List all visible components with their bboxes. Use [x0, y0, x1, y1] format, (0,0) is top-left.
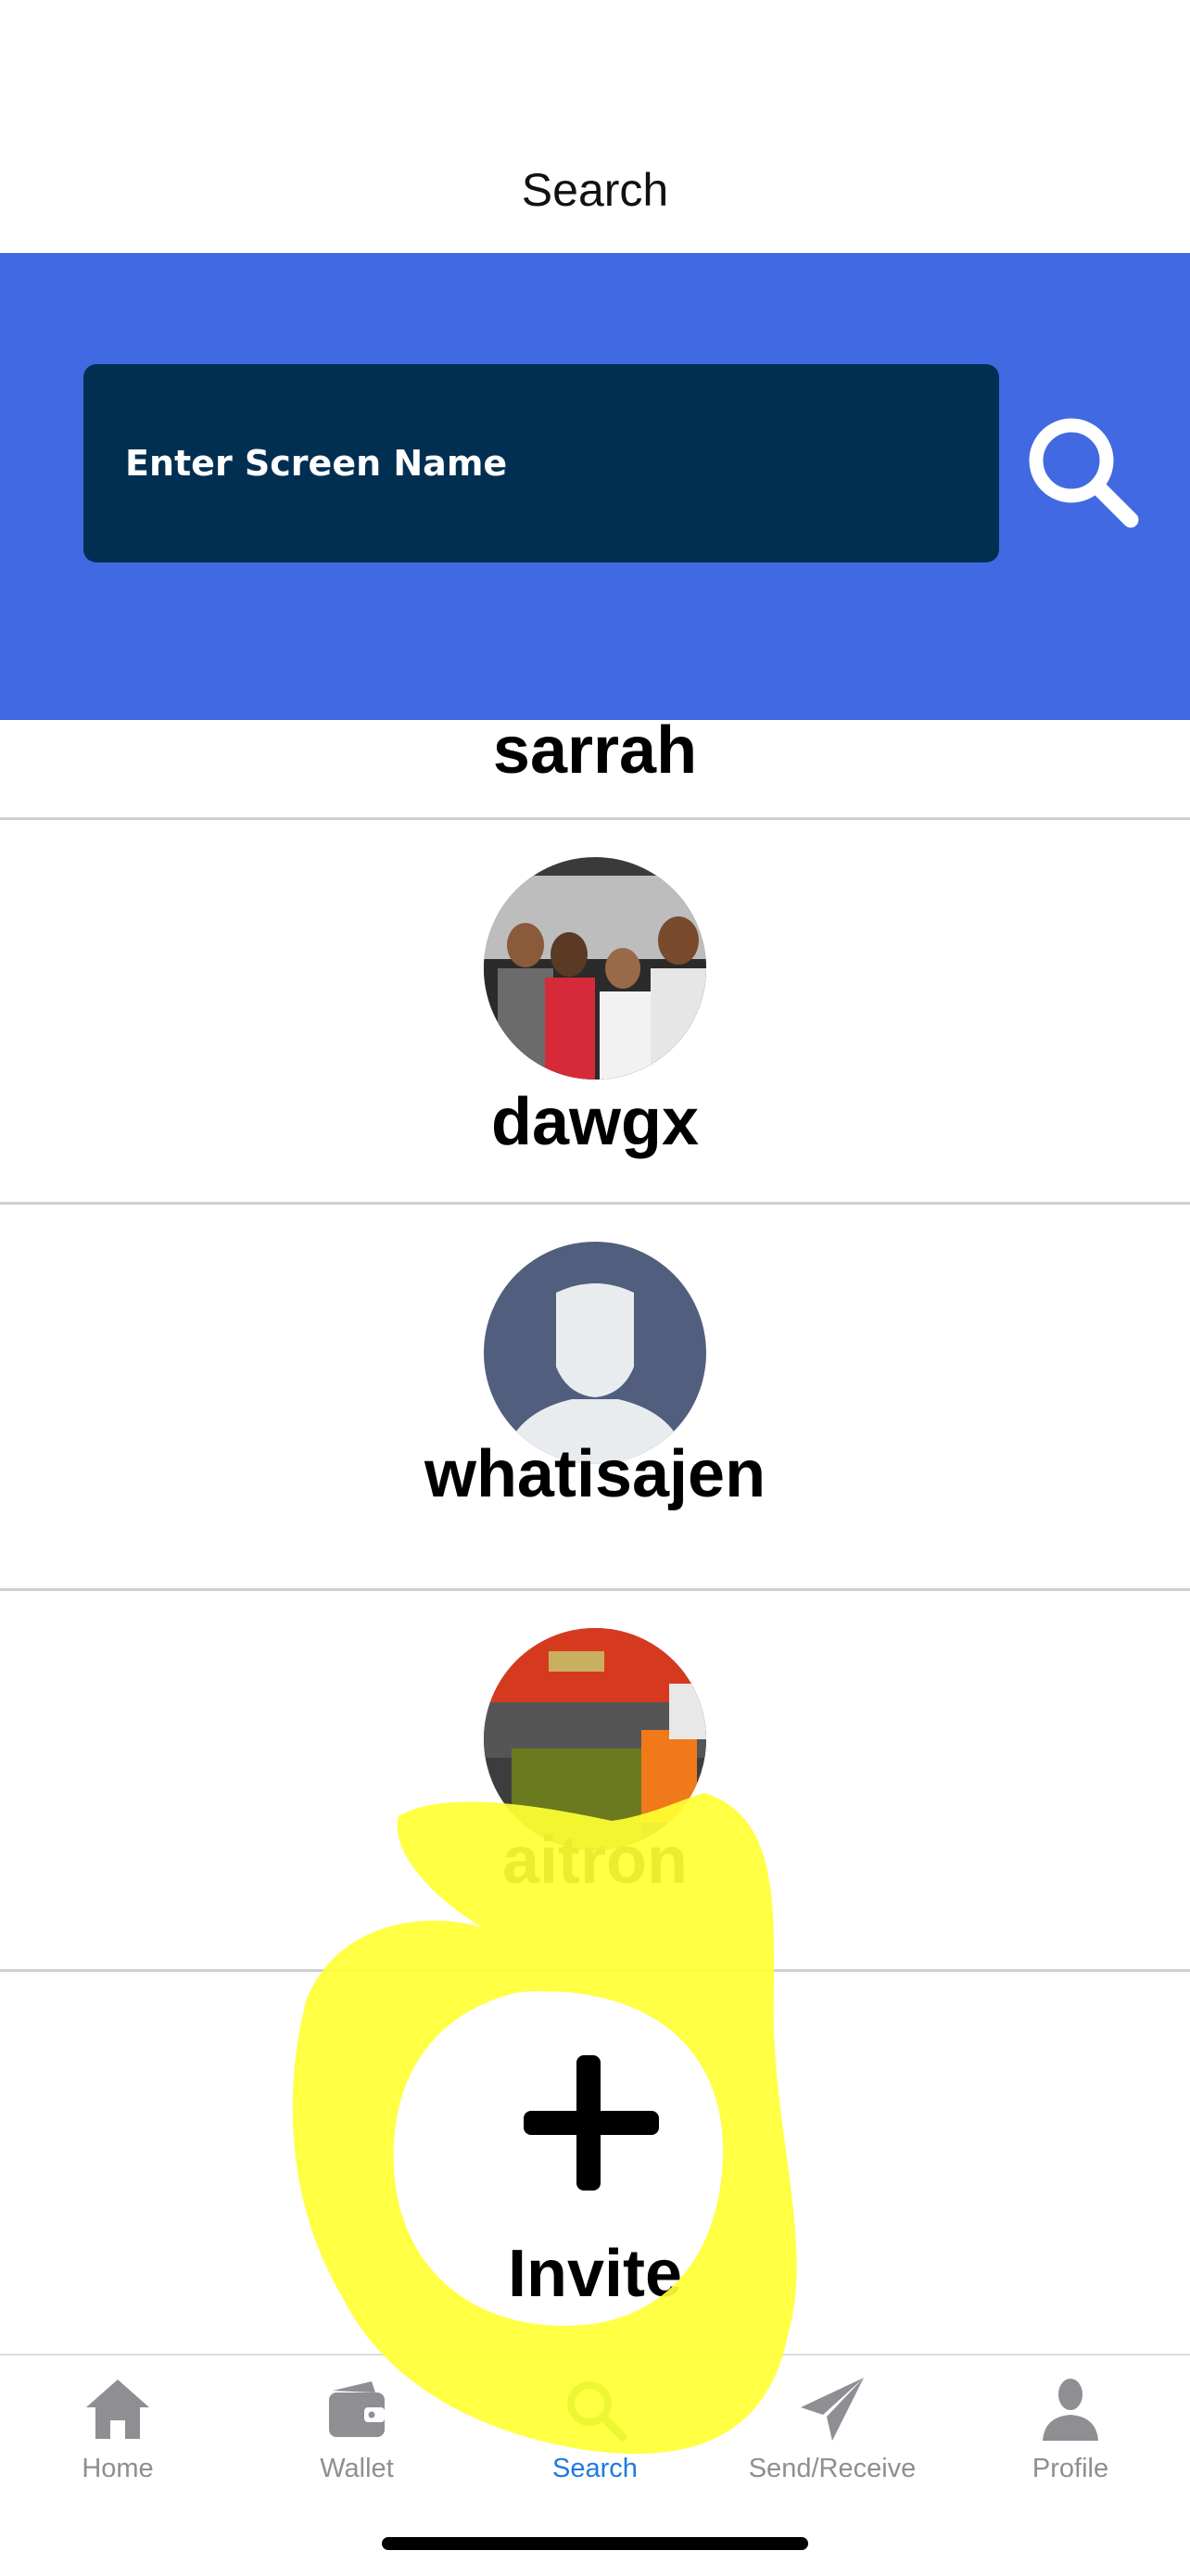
invite-button[interactable]: Invite — [0, 1972, 1190, 2354]
tab-label: Wallet — [320, 2454, 394, 2483]
nav-header: Search — [0, 0, 1190, 253]
search-bar-area — [0, 253, 1190, 720]
page-title: Search — [521, 164, 669, 216]
search-icon — [1029, 418, 1139, 528]
tab-wallet[interactable]: Wallet — [255, 2372, 459, 2502]
search-icon — [567, 2381, 627, 2442]
list-item[interactable]: aitron — [0, 1591, 1190, 1976]
username: whatisajen — [424, 1437, 766, 1511]
default-avatar-icon — [484, 1242, 706, 1464]
tab-send-receive[interactable]: Send/Receive — [730, 2372, 934, 2502]
tab-label: Search — [552, 2454, 638, 2483]
username: aitron — [501, 1824, 688, 1898]
screen-name-input[interactable] — [83, 364, 999, 562]
search-button[interactable] — [1019, 409, 1149, 538]
list-item[interactable]: whatisajen — [0, 1205, 1190, 1589]
tab-label: Profile — [1032, 2454, 1109, 2483]
wallet-icon — [329, 2381, 385, 2437]
send-icon — [801, 2378, 864, 2441]
username: sarrah — [492, 713, 698, 788]
tab-label: Send/Receive — [748, 2454, 917, 2483]
avatar — [484, 857, 706, 1080]
list-item[interactable]: dawgx — [0, 820, 1190, 1205]
tab-profile[interactable]: Profile — [968, 2372, 1172, 2502]
home-indicator[interactable] — [382, 2537, 808, 2550]
home-icon — [86, 2380, 149, 2439]
avatar — [484, 1628, 706, 1850]
invite-label: Invite — [507, 2237, 683, 2311]
profile-icon — [1043, 2379, 1098, 2441]
tab-search[interactable]: Search — [493, 2372, 697, 2502]
tab-label: Home — [82, 2454, 154, 2483]
tab-home[interactable]: Home — [16, 2372, 220, 2502]
username: dawgx — [490, 1085, 700, 1159]
avatar — [484, 1242, 706, 1464]
